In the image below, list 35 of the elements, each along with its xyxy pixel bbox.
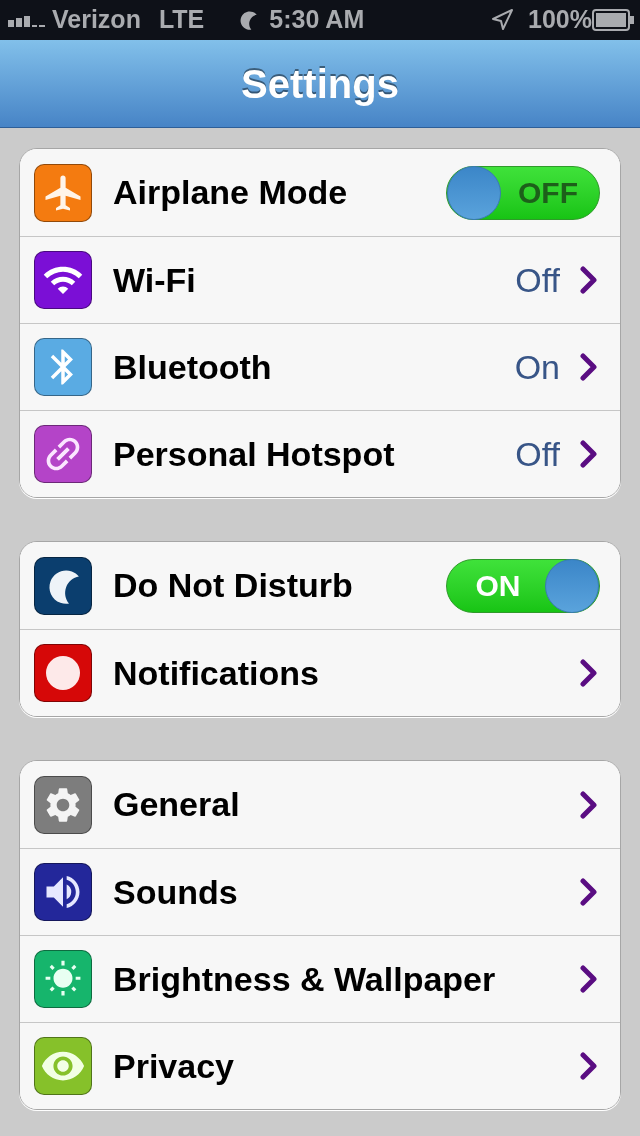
settings-row[interactable]: Privacy (20, 1022, 620, 1109)
row-label: Sounds (113, 871, 238, 913)
row-label: Personal Hotspot (113, 433, 395, 475)
row-label: Wi-Fi (113, 259, 196, 301)
row-value: Off (515, 259, 560, 301)
row-label: General (113, 784, 240, 825)
chevron-icon (580, 878, 598, 906)
row-value: Off (515, 433, 560, 475)
row-label: Airplane Mode (113, 172, 348, 213)
network-type: LTE (158, 4, 205, 36)
toggle-knob (447, 165, 501, 220)
row-value: On (514, 346, 560, 388)
settings-row[interactable]: Personal Hotspot Off (20, 410, 620, 497)
battery-icon (592, 9, 634, 31)
row-label: Notifications (113, 652, 319, 694)
battery-percent: 100% (528, 4, 592, 36)
chevron-icon (580, 353, 598, 381)
clock-time: 5:30 AM (269, 4, 365, 36)
location-arrow-icon (490, 8, 515, 32)
toggle-knob (545, 558, 599, 613)
chevron-icon (580, 965, 598, 993)
row-label: Bluetooth (113, 346, 272, 388)
signal-icon (8, 13, 45, 27)
settings-row[interactable]: Notifications (20, 629, 620, 716)
toggle-switch[interactable]: OFF (446, 165, 600, 220)
chevron-icon (580, 790, 598, 819)
row-label: Brightness & Wallpaper (113, 958, 496, 1000)
nav-title: Settings (241, 60, 399, 108)
chevron-icon (580, 266, 598, 294)
chevron-icon (580, 659, 598, 687)
carrier-name: Verizon (52, 4, 141, 36)
chevron-icon (580, 440, 598, 468)
row-label: Do Not Disturb (113, 565, 353, 606)
chevron-icon (580, 1052, 598, 1080)
row-label: Privacy (113, 1045, 234, 1087)
